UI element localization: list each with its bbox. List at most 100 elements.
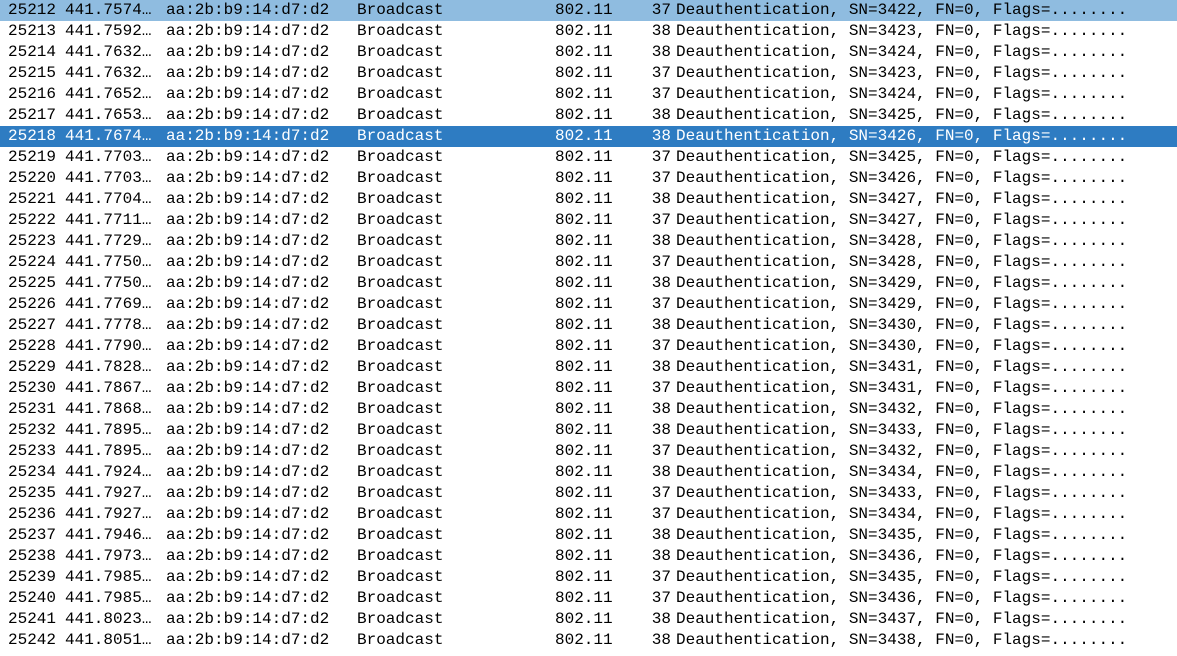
packet-length: 38	[651, 400, 671, 418]
packet-number: 25227	[8, 316, 57, 334]
packet-row[interactable]: 25235 441.7927… aa:2b:b9:14:d7:d2 Broadcast…	[0, 483, 1177, 504]
packet-length: 37	[651, 1, 671, 19]
packet-time: 441.7973…	[65, 547, 152, 565]
packet-row[interactable]: 25238 441.7973… aa:2b:b9:14:d7:d2 Broadcast…	[0, 546, 1177, 567]
packet-protocol: 802.11	[555, 442, 613, 460]
packet-row[interactable]: 25242 441.8051… aa:2b:b9:14:d7:d2 Broadcast…	[0, 630, 1177, 651]
packet-number: 25229	[8, 358, 57, 376]
packet-info: Deauthentication, SN=3435, FN=0, Flags=.…	[676, 526, 1128, 544]
packet-number: 25242	[8, 631, 57, 649]
packet-protocol: 802.11	[555, 232, 613, 250]
packet-info: Deauthentication, SN=3427, FN=0, Flags=.…	[676, 190, 1128, 208]
packet-destination: Broadcast	[357, 232, 444, 250]
packet-time: 441.7711…	[65, 211, 152, 229]
packet-row[interactable]: 25214 441.7632… aa:2b:b9:14:d7:d2 Broadcast…	[0, 42, 1177, 63]
packet-row[interactable]: 25236 441.7927… aa:2b:b9:14:d7:d2 Broadcast…	[0, 504, 1177, 525]
packet-time: 441.7704…	[65, 190, 152, 208]
packet-row[interactable]: 25225 441.7750… aa:2b:b9:14:d7:d2 Broadcast…	[0, 273, 1177, 294]
packet-info: Deauthentication, SN=3425, FN=0, Flags=.…	[676, 106, 1128, 124]
packet-destination: Broadcast	[357, 148, 444, 166]
packet-row[interactable]: 25223 441.7729… aa:2b:b9:14:d7:d2 Broadcast…	[0, 231, 1177, 252]
packet-length: 38	[651, 127, 671, 145]
packet-number: 25233	[8, 442, 57, 460]
packet-source: aa:2b:b9:14:d7:d2	[166, 106, 330, 124]
packet-row[interactable]: 25237 441.7946… aa:2b:b9:14:d7:d2 Broadcast…	[0, 525, 1177, 546]
packet-info: Deauthentication, SN=3438, FN=0, Flags=.…	[676, 631, 1128, 649]
packet-info: Deauthentication, SN=3434, FN=0, Flags=.…	[676, 505, 1128, 523]
packet-number: 25225	[8, 274, 57, 292]
packet-row[interactable]: 25224 441.7750… aa:2b:b9:14:d7:d2 Broadcast…	[0, 252, 1177, 273]
packet-info: Deauthentication, SN=3424, FN=0, Flags=.…	[676, 85, 1128, 103]
packet-time: 441.7632…	[65, 64, 152, 82]
packet-row[interactable]: 25228 441.7790… aa:2b:b9:14:d7:d2 Broadcast…	[0, 336, 1177, 357]
packet-info: Deauthentication, SN=3434, FN=0, Flags=.…	[676, 463, 1128, 481]
packet-row[interactable]: 25240 441.7985… aa:2b:b9:14:d7:d2 Broadcast…	[0, 588, 1177, 609]
packet-length: 37	[651, 442, 671, 460]
packet-source: aa:2b:b9:14:d7:d2	[166, 442, 330, 460]
packet-row[interactable]: 25219 441.7703… aa:2b:b9:14:d7:d2 Broadcast…	[0, 147, 1177, 168]
packet-destination: Broadcast	[357, 442, 444, 460]
packet-row[interactable]: 25217 441.7653… aa:2b:b9:14:d7:d2 Broadcast…	[0, 105, 1177, 126]
packet-row[interactable]: 25218 441.7674… aa:2b:b9:14:d7:d2 Broadcast…	[0, 126, 1177, 147]
packet-time: 441.7769…	[65, 295, 152, 313]
packet-source: aa:2b:b9:14:d7:d2	[166, 421, 330, 439]
packet-row[interactable]: 25220 441.7703… aa:2b:b9:14:d7:d2 Broadcast…	[0, 168, 1177, 189]
packet-number: 25240	[8, 589, 57, 607]
packet-row[interactable]: 25216 441.7652… aa:2b:b9:14:d7:d2 Broadcast…	[0, 84, 1177, 105]
packet-row[interactable]: 25227 441.7778… aa:2b:b9:14:d7:d2 Broadcast…	[0, 315, 1177, 336]
packet-row[interactable]: 25226 441.7769… aa:2b:b9:14:d7:d2 Broadcast…	[0, 294, 1177, 315]
packet-row[interactable]: 25229 441.7828… aa:2b:b9:14:d7:d2 Broadcast…	[0, 357, 1177, 378]
packet-number: 25226	[8, 295, 57, 313]
packet-length: 38	[651, 526, 671, 544]
packet-number: 25222	[8, 211, 57, 229]
packet-row[interactable]: 25221 441.7704… aa:2b:b9:14:d7:d2 Broadcast…	[0, 189, 1177, 210]
packet-number: 25216	[8, 85, 57, 103]
packet-row[interactable]: 25232 441.7895… aa:2b:b9:14:d7:d2 Broadcast…	[0, 420, 1177, 441]
packet-row[interactable]: 25215 441.7632… aa:2b:b9:14:d7:d2 Broadcast…	[0, 63, 1177, 84]
packet-number: 25234	[8, 463, 57, 481]
packet-source: aa:2b:b9:14:d7:d2	[166, 43, 330, 61]
packet-length: 38	[651, 358, 671, 376]
packet-row[interactable]: 25213 441.7592… aa:2b:b9:14:d7:d2 Broadcast…	[0, 21, 1177, 42]
packet-info: Deauthentication, SN=3427, FN=0, Flags=.…	[676, 211, 1128, 229]
packet-source: aa:2b:b9:14:d7:d2	[166, 274, 330, 292]
packet-source: aa:2b:b9:14:d7:d2	[166, 85, 330, 103]
packet-source: aa:2b:b9:14:d7:d2	[166, 295, 330, 313]
packet-row[interactable]: 25234 441.7924… aa:2b:b9:14:d7:d2 Broadcast…	[0, 462, 1177, 483]
packet-info: Deauthentication, SN=3429, FN=0, Flags=.…	[676, 274, 1128, 292]
packet-number: 25218	[8, 127, 57, 145]
packet-row[interactable]: 25239 441.7985… aa:2b:b9:14:d7:d2 Broadcast…	[0, 567, 1177, 588]
packet-length: 37	[651, 568, 671, 586]
packet-number: 25228	[8, 337, 57, 355]
packet-source: aa:2b:b9:14:d7:d2	[166, 190, 330, 208]
packet-protocol: 802.11	[555, 253, 613, 271]
packet-source: aa:2b:b9:14:d7:d2	[166, 547, 330, 565]
packet-protocol: 802.11	[555, 127, 613, 145]
packet-info: Deauthentication, SN=3429, FN=0, Flags=.…	[676, 295, 1128, 313]
packet-info: Deauthentication, SN=3422, FN=0, Flags=.…	[676, 1, 1128, 19]
packet-source: aa:2b:b9:14:d7:d2	[166, 379, 330, 397]
packet-row[interactable]: 25241 441.8023… aa:2b:b9:14:d7:d2 Broadcast…	[0, 609, 1177, 630]
packet-protocol: 802.11	[555, 463, 613, 481]
packet-destination: Broadcast	[357, 631, 444, 649]
packet-row[interactable]: 25233 441.7895… aa:2b:b9:14:d7:d2 Broadcast…	[0, 441, 1177, 462]
packet-destination: Broadcast	[357, 22, 444, 40]
packet-protocol: 802.11	[555, 316, 613, 334]
packet-info: Deauthentication, SN=3423, FN=0, Flags=.…	[676, 22, 1128, 40]
packet-list[interactable]: 25212 441.7574… aa:2b:b9:14:d7:d2 Broadcast…	[0, 0, 1177, 656]
packet-length: 37	[651, 64, 671, 82]
packet-protocol: 802.11	[555, 505, 613, 523]
packet-row[interactable]: 25222 441.7711… aa:2b:b9:14:d7:d2 Broadcast…	[0, 210, 1177, 231]
packet-source: aa:2b:b9:14:d7:d2	[166, 64, 330, 82]
packet-source: aa:2b:b9:14:d7:d2	[166, 358, 330, 376]
packet-row[interactable]: 25230 441.7867… aa:2b:b9:14:d7:d2 Broadcast…	[0, 378, 1177, 399]
packet-protocol: 802.11	[555, 43, 613, 61]
packet-source: aa:2b:b9:14:d7:d2	[166, 211, 330, 229]
packet-info: Deauthentication, SN=3431, FN=0, Flags=.…	[676, 379, 1128, 397]
packet-row[interactable]: 25212 441.7574… aa:2b:b9:14:d7:d2 Broadcast…	[0, 0, 1177, 21]
packet-source: aa:2b:b9:14:d7:d2	[166, 526, 330, 544]
packet-row[interactable]: 25231 441.7868… aa:2b:b9:14:d7:d2 Broadcast…	[0, 399, 1177, 420]
packet-info: Deauthentication, SN=3428, FN=0, Flags=.…	[676, 253, 1128, 271]
packet-info: Deauthentication, SN=3431, FN=0, Flags=.…	[676, 358, 1128, 376]
packet-protocol: 802.11	[555, 589, 613, 607]
